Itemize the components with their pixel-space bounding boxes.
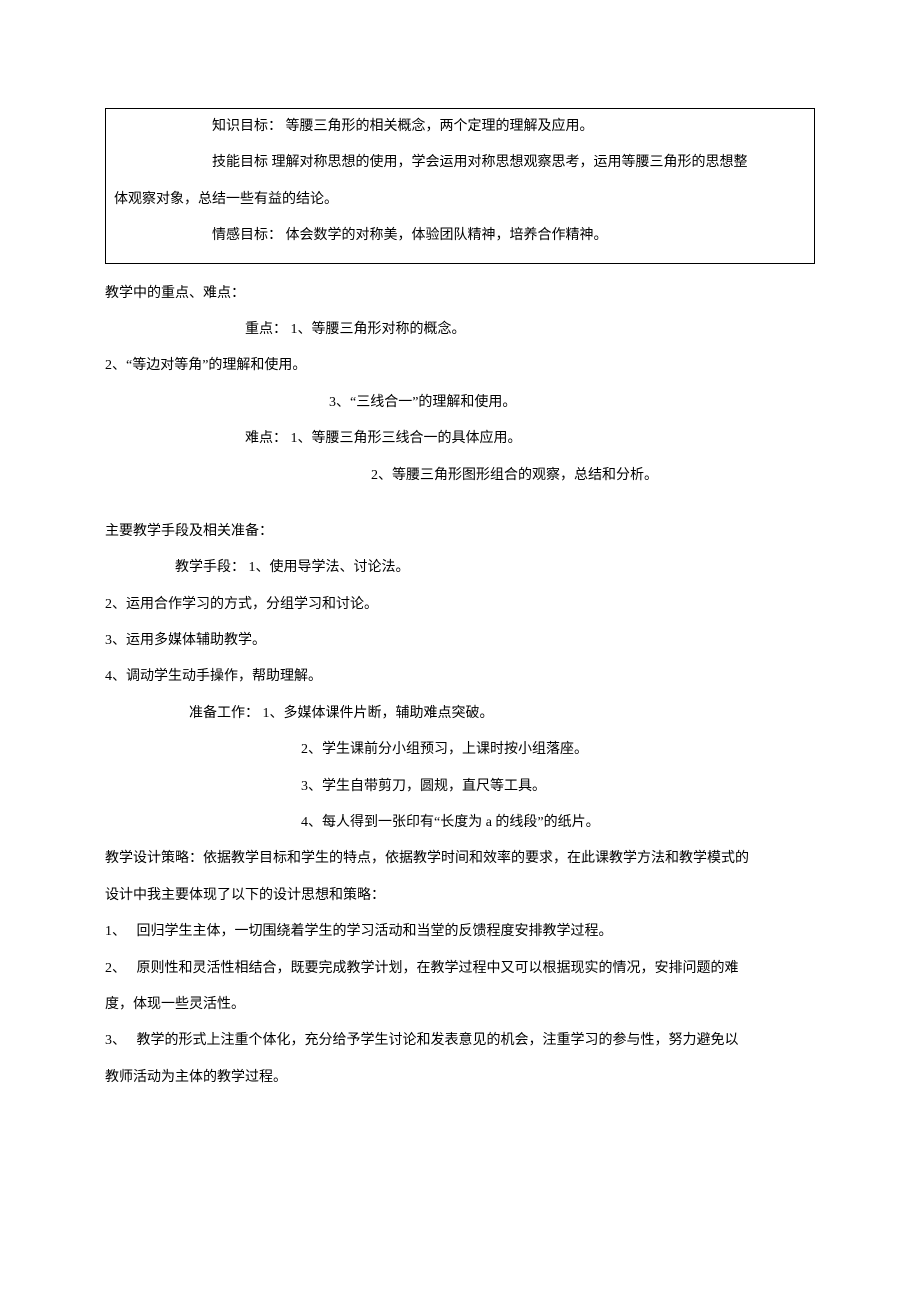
prep-line-2: 2、学生课前分小组预习，上课时按小组落座。 (105, 732, 815, 768)
means-line-3: 3、运用多媒体辅助教学。 (105, 623, 815, 659)
means-1: 1、使用导学法、讨论法。 (245, 560, 410, 575)
knowledge-label: 知识目标： (212, 119, 282, 134)
strategy-2a: 2、 原则性和灵活性相结合，既要完成教学计划，在教学过程中又可以根据现实的情况，… (105, 951, 815, 987)
strategy-intro-1: 教学设计策略：依据教学目标和学生的特点，依据教学时间和效率的要求，在此课教学方法… (105, 841, 815, 877)
prep-line-4: 4、每人得到一张印有“长度为 a 的线段”的纸片。 (105, 805, 815, 841)
skill-text-1: 理解对称思想的使用，学会运用对称思想观察思考，运用等腰三角形的思想整 (268, 155, 748, 170)
means-line-1: 教学手段： 1、使用导学法、讨论法。 (105, 550, 815, 586)
page: 知识目标： 等腰三角形的相关概念，两个定理的理解及应用。 技能目标 理解对称思想… (0, 0, 920, 1302)
objectives-box: 知识目标： 等腰三角形的相关概念，两个定理的理解及应用。 技能目标 理解对称思想… (105, 108, 815, 264)
focus-line-3: 3、“三线合一”的理解和使用。 (105, 385, 815, 421)
knowledge-text: 等腰三角形的相关概念，两个定理的理解及应用。 (282, 119, 594, 134)
diff-line-2: 2、等腰三角形图形组合的观察，总结和分析。 (105, 458, 815, 494)
strategy-intro-2: 设计中我主要体现了以下的设计思想和策略： (105, 878, 815, 914)
prep-1: 1、多媒体课件片断，辅助难点突破。 (259, 706, 494, 721)
skill-objective-line2: 体观察对象，总结一些有益的结论。 (114, 182, 806, 218)
focus-line-1: 重点： 1、等腰三角形对称的概念。 (105, 312, 815, 348)
methods-section: 主要教学手段及相关准备： 教学手段： 1、使用导学法、讨论法。 2、运用合作学习… (105, 514, 815, 842)
prep-line-1: 准备工作： 1、多媒体课件片断，辅助难点突破。 (105, 696, 815, 732)
focus-1: 1、等腰三角形对称的概念。 (287, 322, 466, 337)
emotion-text: 体会数学的对称美，体验团队精神，培养合作精神。 (282, 228, 608, 243)
diff-line-1: 难点： 1、等腰三角形三线合一的具体应用。 (105, 421, 815, 457)
difficulties-heading: 教学中的重点、难点： (105, 276, 815, 312)
strategy-3b: 教师活动为主体的教学过程。 (105, 1060, 815, 1096)
strategy-2b: 度，体现一些灵活性。 (105, 987, 815, 1023)
means-line-4: 4、调动学生动手操作，帮助理解。 (105, 659, 815, 695)
strategy-3a: 3、 教学的形式上注重个体化，充分给予学生讨论和发表意见的机会，注重学习的参与性… (105, 1023, 815, 1059)
emotion-label: 情感目标： (212, 228, 282, 243)
means-line-2: 2、运用合作学习的方式，分组学习和讨论。 (105, 587, 815, 623)
prep-label: 准备工作： (189, 706, 259, 721)
diff-1: 1、等腰三角形三线合一的具体应用。 (287, 431, 522, 446)
means-label: 教学手段： (175, 560, 245, 575)
skill-objective-line1: 技能目标 理解对称思想的使用，学会运用对称思想观察思考，运用等腰三角形的思想整 (114, 145, 806, 181)
difficulties-section: 教学中的重点、难点： 重点： 1、等腰三角形对称的概念。 2、“等边对等角”的理… (105, 276, 815, 494)
emotion-objective: 情感目标： 体会数学的对称美，体验团队精神，培养合作精神。 (114, 218, 806, 254)
strategy-section: 教学设计策略：依据教学目标和学生的特点，依据教学时间和效率的要求，在此课教学方法… (105, 841, 815, 1096)
methods-heading: 主要教学手段及相关准备： (105, 514, 815, 550)
skill-label: 技能目标 (212, 155, 268, 170)
prep-line-3: 3、学生自带剪刀，圆规，直尺等工具。 (105, 769, 815, 805)
focus-line-2: 2、“等边对等角”的理解和使用。 (105, 348, 815, 384)
strategy-1: 1、 回归学生主体，一切围绕着学生的学习活动和当堂的反馈程度安排教学过程。 (105, 914, 815, 950)
diff-label: 难点： (245, 431, 287, 446)
knowledge-objective: 知识目标： 等腰三角形的相关概念，两个定理的理解及应用。 (114, 109, 806, 145)
focus-label: 重点： (245, 322, 287, 337)
